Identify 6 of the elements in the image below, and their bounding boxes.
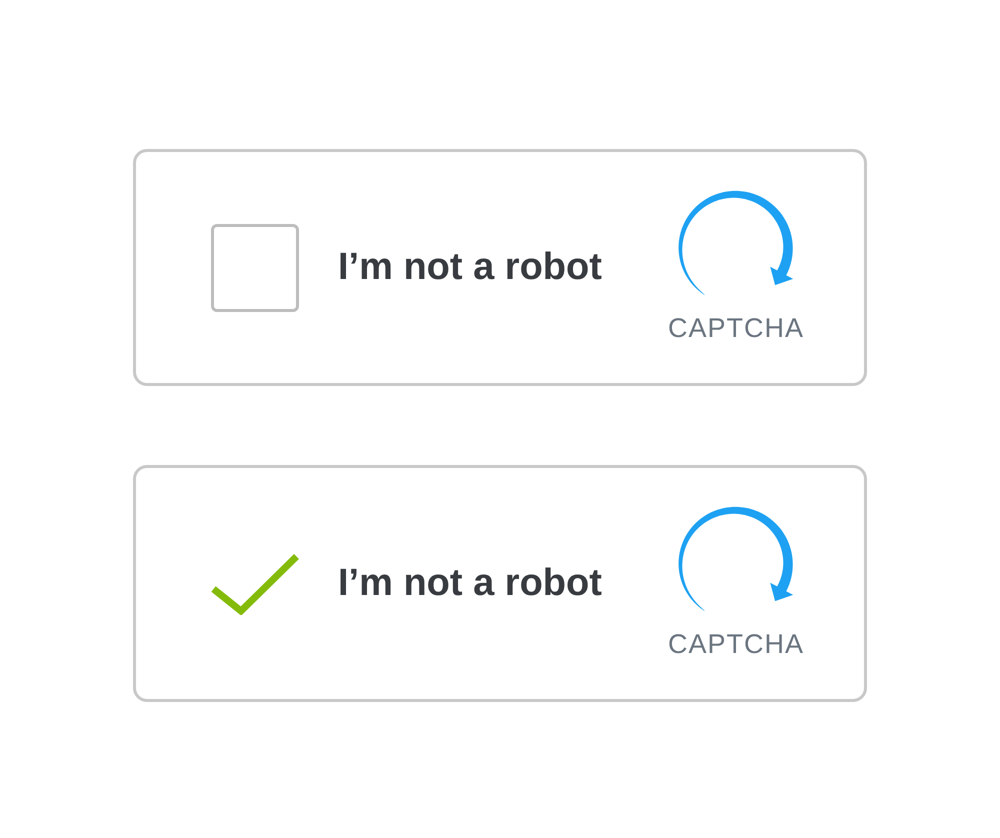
- captcha-label: CAPTCHA: [668, 312, 804, 344]
- checkbox[interactable]: [211, 224, 299, 312]
- checkmark-icon[interactable]: [211, 552, 299, 614]
- checkbox-label: I’m not a robot: [338, 562, 602, 605]
- checkbox-label: I’m not a robot: [338, 246, 602, 289]
- captcha-label: CAPTCHA: [668, 628, 804, 660]
